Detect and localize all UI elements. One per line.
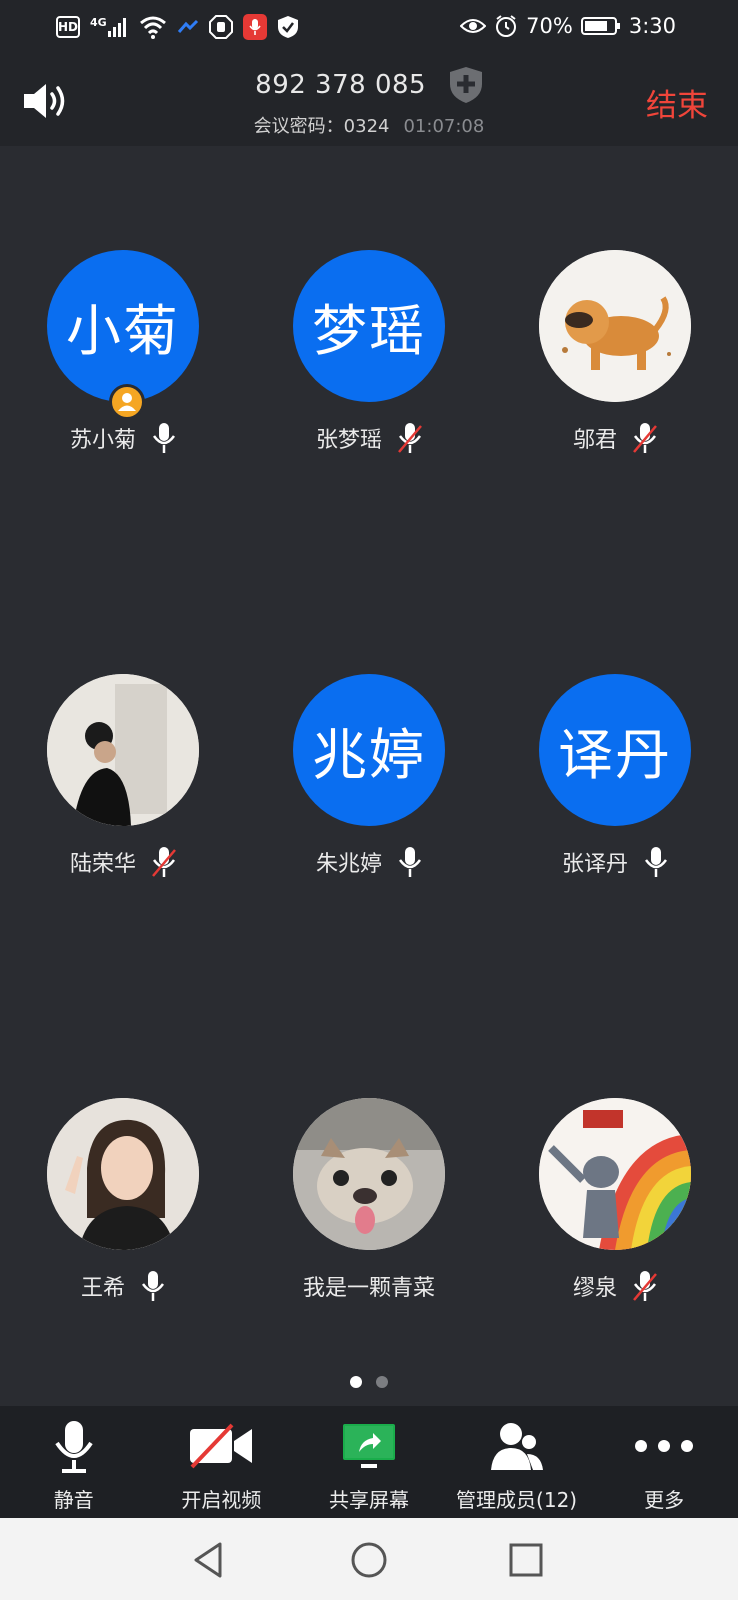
password-label: 会议密码： — [253, 116, 344, 137]
system-nav-bar — [0, 1518, 738, 1600]
avatar-initials: 梦瑶 — [311, 299, 426, 363]
avatar — [293, 1098, 445, 1250]
host-badge-icon — [109, 384, 145, 420]
participant-name: 苏小菊 — [69, 428, 136, 453]
meeting-timer: 01:07:08 — [403, 116, 485, 137]
participant-tile[interactable]: 邬君 — [492, 146, 738, 453]
battery-percent: 70% — [526, 14, 573, 38]
avatar-initials: 小菊 — [65, 299, 180, 363]
avatar — [539, 1098, 691, 1250]
mic-icon — [55, 1421, 93, 1473]
recents-square-icon[interactable] — [506, 1540, 546, 1580]
manage-members-button[interactable]: 管理成员(12) — [443, 1406, 591, 1518]
members-icon — [490, 1423, 543, 1470]
more-button[interactable]: 更多 — [590, 1406, 738, 1518]
mic-on-icon — [644, 847, 668, 877]
mute-button[interactable]: 静音 — [0, 1406, 148, 1518]
avatar-initials: 译丹 — [557, 723, 672, 787]
avatar — [47, 674, 199, 826]
share-screen-button[interactable]: 共享屏幕 — [295, 1406, 443, 1518]
participant-tile[interactable]: 小菊 苏小菊 — [0, 146, 246, 453]
participant-tile[interactable]: 陆荣华 — [0, 570, 246, 877]
participant-tile[interactable]: 兆婷 朱兆婷 — [246, 570, 492, 877]
avatar: 小菊 — [47, 250, 199, 402]
signal-4g-icon: 4G — [90, 16, 129, 38]
wifi-icon — [139, 16, 166, 39]
participant-tile[interactable]: 缪泉 — [492, 994, 738, 1301]
participant-name: 缪泉 — [572, 1276, 617, 1301]
alarm-icon — [496, 15, 517, 37]
participant-name: 张译丹 — [561, 852, 628, 877]
avatar: 兆婷 — [293, 674, 445, 826]
share-screen-label: 共享屏幕 — [328, 1488, 409, 1512]
network-type-label: 4G — [90, 16, 107, 29]
status-bar: HD 4G 70% 3:30 — [0, 0, 738, 56]
avatar: 译丹 — [539, 674, 691, 826]
security-shield-icon — [277, 16, 298, 38]
participant-name: 邬君 — [572, 428, 617, 453]
page-dot-active[interactable] — [350, 1376, 362, 1388]
end-meeting-button[interactable]: 结束 — [646, 80, 708, 125]
bottom-toolbar: 静音 开启视频 共享屏幕 管理成员(12) 更多 — [0, 1406, 738, 1518]
more-dots-icon — [635, 1440, 694, 1452]
start-video-button[interactable]: 开启视频 — [148, 1406, 296, 1518]
avatar — [47, 1098, 199, 1250]
meeting-id-row[interactable]: 892 378 085 — [0, 66, 738, 104]
avatar — [539, 250, 691, 402]
mic-on-icon — [141, 1271, 165, 1301]
clock-time: 3:30 — [628, 14, 676, 38]
eye-icon — [460, 19, 487, 33]
participant-name: 陆荣华 — [69, 852, 136, 877]
home-circle-icon[interactable] — [349, 1540, 389, 1580]
mic-muted-icon — [152, 847, 176, 877]
participant-name: 我是一颗青菜 — [302, 1276, 435, 1301]
mic-muted-icon — [398, 423, 422, 453]
page-dot[interactable] — [376, 1376, 388, 1388]
share-screen-icon — [342, 1424, 395, 1468]
back-triangle-icon[interactable] — [190, 1540, 230, 1580]
avatar: 梦瑶 — [293, 250, 445, 402]
mute-label: 静音 — [53, 1488, 94, 1512]
battery-icon — [580, 17, 620, 35]
start-video-label: 开启视频 — [181, 1488, 262, 1512]
bulldog-avatar-icon — [293, 1098, 445, 1250]
recording-mic-icon — [242, 14, 267, 40]
mic-muted-icon — [633, 1271, 657, 1301]
manage-members-label: 管理成员(12) — [456, 1488, 578, 1512]
hand-icon — [208, 15, 233, 39]
meeting-id[interactable]: 892 378 085 — [255, 70, 426, 100]
hd-icon: HD — [56, 16, 80, 38]
mic-muted-icon — [633, 423, 657, 453]
page-indicator[interactable] — [0, 1376, 738, 1388]
meeting-header: 892 378 085 会议密码：0324 01:07:08 结束 — [0, 56, 738, 146]
cartoon-dog-avatar-icon — [539, 250, 691, 402]
tom-cat-rainbow-avatar-icon — [539, 1098, 691, 1250]
woman-artwork-avatar-icon — [47, 674, 199, 826]
participant-tile[interactable]: 我是一颗青菜 — [246, 994, 492, 1301]
woman-selfie-avatar-icon — [47, 1098, 199, 1250]
more-label: 更多 — [644, 1488, 685, 1512]
participant-tile[interactable]: 译丹 张译丹 — [492, 570, 738, 877]
mic-on-icon — [398, 847, 422, 877]
meeting-meta: 会议密码：0324 01:07:08 — [0, 112, 738, 138]
mic-on-icon — [152, 423, 176, 453]
avatar-initials: 兆婷 — [311, 723, 426, 787]
encryption-shield-icon[interactable] — [449, 66, 483, 104]
participant-name: 王希 — [80, 1276, 125, 1301]
video-off-icon — [190, 1423, 253, 1469]
participant-tile[interactable]: 王希 — [0, 994, 246, 1301]
cloud-sync-icon — [177, 19, 198, 33]
participant-tile[interactable]: 梦瑶 张梦瑶 — [246, 146, 492, 453]
meeting-password: 0324 — [343, 116, 390, 137]
participant-name: 张梦瑶 — [315, 428, 382, 453]
participant-name: 朱兆婷 — [315, 852, 382, 877]
